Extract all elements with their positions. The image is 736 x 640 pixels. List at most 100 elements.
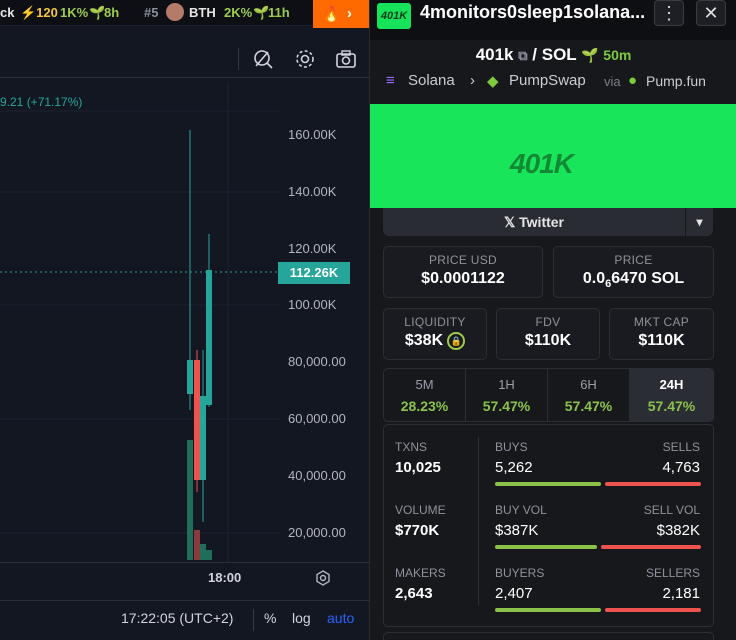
price-axis-label: 120.00K — [288, 241, 337, 256]
price-axis-label: 60,000.00 — [288, 411, 346, 426]
auto-scale-toggle[interactable]: auto — [327, 610, 354, 626]
tab-change: 57.47% — [482, 398, 531, 414]
trade-stats: TXNS 10,025 BUYS 5,262 SELLS 4,763 VOLUM… — [383, 424, 714, 627]
ticker-item-change-2: 2K% — [224, 5, 253, 20]
fire-icon: 🔥 — [322, 6, 341, 23]
ticker-item-name[interactable]: ck — [0, 5, 14, 20]
price-sol-suffix: 6470 SOL — [611, 270, 685, 287]
buy-vol-ratio-bar — [495, 545, 597, 549]
launchpad-link[interactable]: Pump.fun — [646, 73, 706, 89]
chain-link[interactable]: Solana — [408, 72, 455, 89]
buys-ratio-bar — [495, 482, 601, 486]
chart-bottom-bar: 17:22:05 (UTC+2) % log auto — [0, 600, 369, 640]
clock-readout[interactable]: 17:22:05 (UTC+2) — [121, 610, 233, 626]
makers-label: MAKERS — [395, 566, 446, 580]
pair-title: 401k ⧉ / SOL 🌱 50m — [475, 45, 632, 64]
candle — [206, 270, 212, 405]
buyers-ratio-bar — [495, 608, 601, 612]
token-logo: 401K — [377, 3, 411, 29]
price-usd-value: $0.0001122 — [421, 270, 505, 287]
tab-label: 5M — [415, 377, 434, 392]
settings-gear-icon[interactable] — [294, 48, 316, 70]
sells-label: SELLS — [662, 440, 700, 454]
time-axis[interactable]: 18:00 — [0, 562, 369, 592]
camera-icon[interactable] — [335, 48, 357, 70]
x-logo-icon: 𝕏 — [503, 214, 520, 230]
sprout-icon: 🌱 — [89, 5, 106, 20]
sells-ratio-bar — [605, 482, 701, 486]
lock-icon[interactable]: 🔒 — [447, 332, 466, 350]
stats-divider — [478, 437, 479, 605]
ticker-item-age: 8h — [104, 5, 120, 20]
toolbar-divider — [238, 48, 239, 70]
axis-settings-icon[interactable] — [314, 569, 332, 587]
token-info-panel: 401K 4monitors0sleep1solana... ⋮ ✕ 401k … — [369, 0, 736, 640]
tab-label: 1H — [498, 377, 515, 392]
sellers-value: 2,181 — [662, 585, 700, 602]
volume-bar — [200, 544, 206, 560]
pill-icon: ● — [628, 72, 638, 89]
chevron-down-icon[interactable]: ▾ — [685, 208, 713, 236]
sell-vol-label: SELL VOL — [643, 503, 700, 517]
mkt-cap-value: $110K — [638, 332, 685, 349]
ticker-item-name-2[interactable]: BTH — [189, 5, 216, 20]
pumpswap-icon: ◆ — [487, 73, 499, 90]
price-usd-label: PRICE USD — [428, 253, 498, 267]
token-name: 4monitors0sleep1solana... — [420, 2, 645, 22]
tab-change: 57.47% — [564, 398, 613, 414]
more-options-button[interactable]: ⋮ — [654, 0, 684, 26]
volume-bar — [194, 530, 200, 560]
price-axis[interactable]: 160.00K 140.00K 120.00K 100.00K 80,000.0… — [280, 82, 369, 562]
log-scale-toggle[interactable]: log — [292, 610, 311, 626]
chevron-right-icon: › — [347, 5, 352, 22]
close-button[interactable]: ✕ — [696, 0, 726, 26]
candle — [194, 360, 200, 480]
sell-vol-ratio-bar — [601, 545, 701, 549]
makers-value: 2,643 — [395, 585, 433, 602]
price-axis-label: 80,000.00 — [288, 354, 346, 369]
percent-scale-toggle[interactable]: % — [264, 610, 276, 626]
dex-link[interactable]: PumpSwap — [509, 72, 586, 89]
volume-bar — [206, 550, 212, 560]
buy-vol-value: $387K — [495, 522, 539, 539]
fdv-label: FDV — [535, 315, 561, 329]
tab-1h[interactable]: 1H 57.47% — [466, 369, 548, 421]
pair-quote: SOL — [541, 45, 577, 64]
tab-24h[interactable]: 24H 57.47% — [630, 369, 713, 421]
price-axis-label: 160.00K — [288, 127, 337, 142]
sprout-icon: 🌱 — [581, 47, 599, 63]
buys-value: 5,262 — [495, 459, 533, 476]
via-label: via — [604, 74, 621, 89]
time-axis-label: 18:00 — [208, 570, 242, 585]
price-usd-card: PRICE USD $0.0001122 — [383, 246, 543, 298]
token-banner: 401K — [370, 104, 736, 208]
copy-icon[interactable]: ⧉ — [518, 48, 527, 63]
token-avatar-icon — [166, 3, 184, 21]
liquidity-card: LIQUIDITY $38K 🔒 — [383, 308, 487, 360]
tab-change: 28.23% — [400, 398, 449, 414]
twitter-button[interactable]: 𝕏 Twitter ▾ — [383, 208, 713, 236]
tab-6h[interactable]: 6H 57.47% — [548, 369, 630, 421]
tab-change: 57.47% — [647, 398, 696, 414]
panel-header: 401K 4monitors0sleep1solana... ⋮ ✕ — [370, 0, 736, 40]
tab-5m[interactable]: 5M 28.23% — [384, 369, 466, 421]
volume-label: VOLUME — [395, 503, 446, 517]
fdv-value: $110K — [524, 332, 572, 349]
price-axis-label: 20,000.00 — [288, 525, 346, 540]
sells-value: 4,763 — [662, 459, 700, 476]
buy-vol-label: BUY VOL — [495, 503, 547, 517]
sellers-label: SELLERS — [645, 566, 700, 580]
buyers-label: BUYERS — [495, 566, 545, 580]
pair-age: 50m — [603, 47, 632, 63]
pair-base: 401k — [475, 45, 514, 64]
drawing-tool-icon[interactable] — [252, 48, 274, 70]
solana-icon: ≡ — [386, 72, 395, 89]
ticker-item-rank: #5 — [144, 5, 159, 20]
candle — [187, 360, 193, 394]
chart-panel: ck ⚡120 1K% 🌱 8h #5 BTH 2K% 🌱 11h 🔥 › 9.… — [0, 0, 369, 640]
timeframe-tabs: 5M 28.23% 1H 57.47% 6H 57.47% 24H 57.47% — [383, 368, 714, 422]
ticker-item-boost: ⚡120 — [20, 5, 58, 20]
buyers-value: 2,407 — [495, 585, 533, 602]
trending-button[interactable]: 🔥 › — [313, 0, 369, 28]
price-change-label: 9.21 (+71.17%) — [0, 95, 83, 109]
